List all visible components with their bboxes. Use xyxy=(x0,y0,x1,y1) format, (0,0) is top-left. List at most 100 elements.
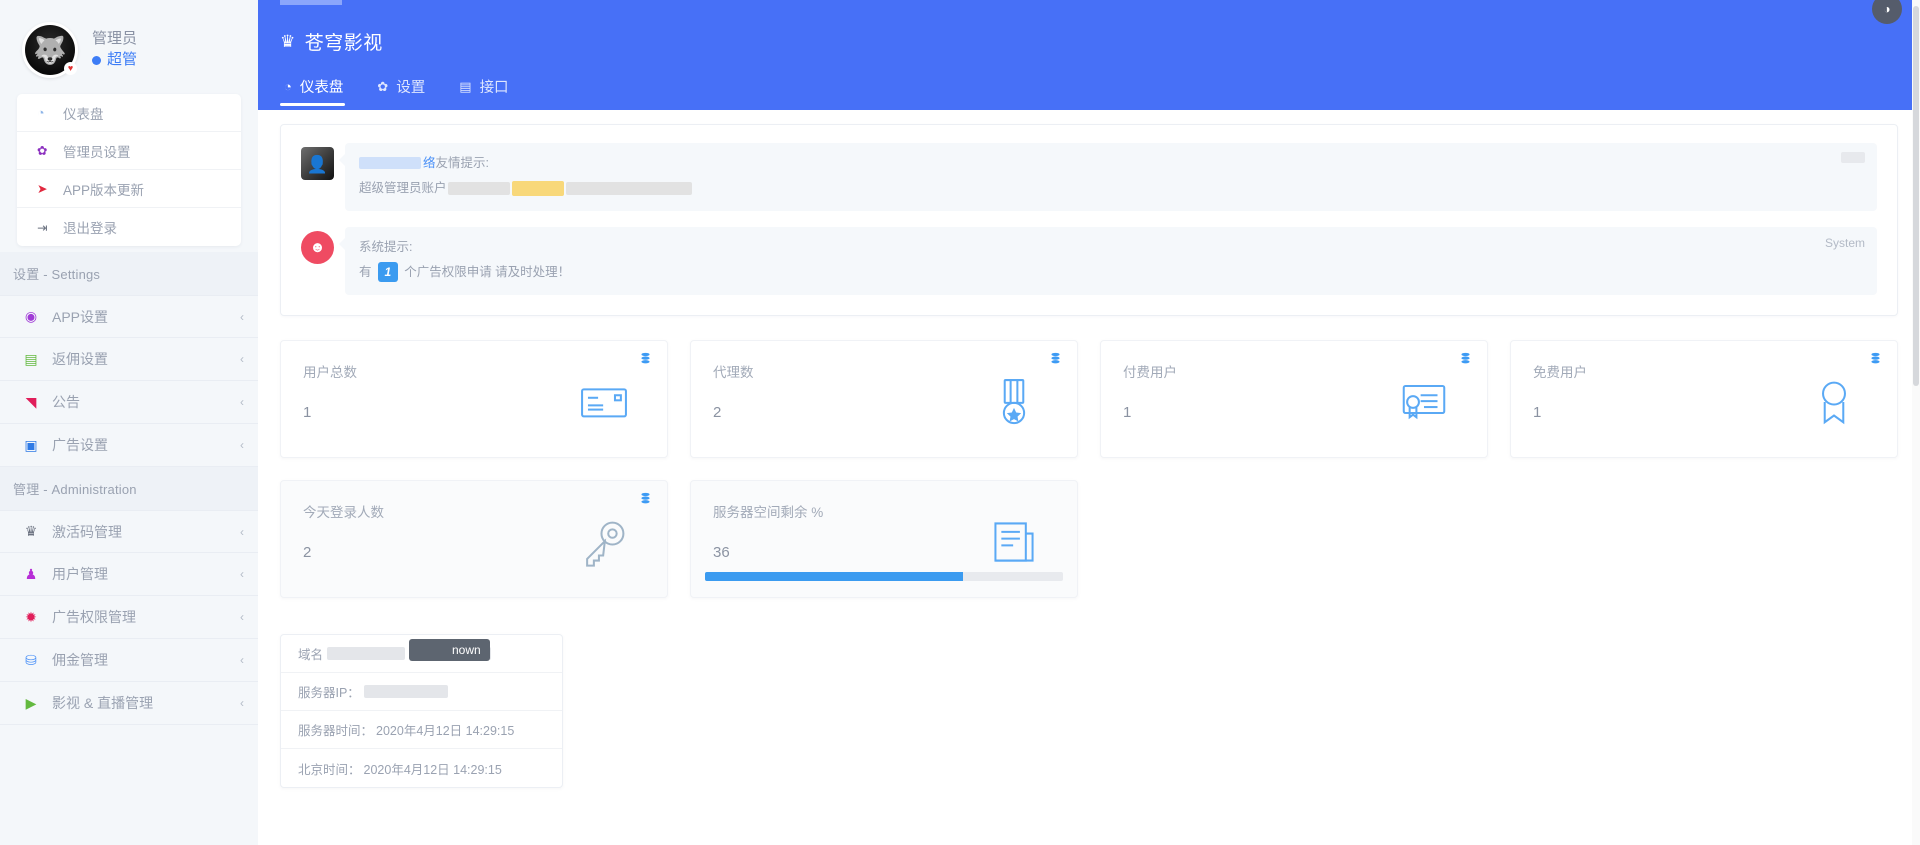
sidebar-section-title-settings: 设置 - Settings xyxy=(0,252,258,295)
notice-sub-before: 有 xyxy=(359,265,372,279)
gears-icon: ✿ xyxy=(37,144,48,158)
chevron-left-icon[interactable]: ‹ xyxy=(240,525,244,539)
user-photo-icon: 👤 xyxy=(301,147,334,180)
sidebar-item-label: 广告权限管理 xyxy=(52,609,136,625)
tab-label: 设置 xyxy=(396,80,426,96)
book-icon: ▤ xyxy=(459,78,472,94)
sidebar-item-announcement[interactable]: ◥ 公告 ‹ xyxy=(0,381,258,424)
sidebar-item-label: 激活码管理 xyxy=(52,523,122,540)
card-icon: ▤ xyxy=(24,350,38,367)
chevron-left-icon[interactable]: ‹ xyxy=(240,610,244,624)
sidebar-item-user-management[interactable]: ♟ 用户管理 ‹ xyxy=(0,553,258,596)
sidebar-item-rebate-settings[interactable]: ▤ 返佣设置 ‹ xyxy=(0,338,258,381)
notice-right-meta xyxy=(1841,152,1865,166)
dashboard-page: 🐺 ♥ 管理员 超管 ◔ 仪表盘 ✿ 管理员设置 ➤ APP版本更新 ⇥ 退出登… xyxy=(0,0,1920,845)
sidebar-item-ad-settings[interactable]: ▣ 广告设置 ‹ xyxy=(0,424,258,467)
stat-card-today-logins[interactable]: 今天登录人数 2 xyxy=(280,480,668,598)
sidebar-item-commission[interactable]: ⛁ 佣金管理 ‹ xyxy=(0,639,258,682)
server-info-key: 服务器IP： xyxy=(298,686,360,700)
content-scroll-area: 👤 络 友情提示: 超级管理员账户 ☻ 系统提示: 有 1 个广告权限申请 请及… xyxy=(258,110,1920,845)
stat-card-free-users[interactable]: 免费用户 1 xyxy=(1510,340,1898,458)
sidebar-item-label: 影视 & 直播管理 xyxy=(52,695,154,711)
pending-count-badge[interactable]: 1 xyxy=(377,262,399,282)
sidebar-item-activation-code[interactable]: ♛ 激活码管理 ‹ xyxy=(0,510,258,553)
tab-dashboard[interactable]: ◔ 仪表盘 xyxy=(280,76,359,106)
scrollbar-thumb[interactable] xyxy=(1913,6,1919,386)
sidebar-item-label: 返佣设置 xyxy=(52,351,108,367)
sidebar-header: 🐺 ♥ 管理员 超管 ◔ 仪表盘 ✿ 管理员设置 ➤ APP版本更新 ⇥ 退出登… xyxy=(0,0,258,252)
tab-settings[interactable]: ✿ 设置 xyxy=(373,76,441,106)
quick-item-logout[interactable]: ⇥ 退出登录 xyxy=(17,208,241,246)
server-space-progress xyxy=(705,572,1063,581)
sidebar: 🐺 ♥ 管理员 超管 ◔ 仪表盘 ✿ 管理员设置 ➤ APP版本更新 ⇥ 退出登… xyxy=(0,0,258,845)
chevron-left-icon[interactable]: ‹ xyxy=(240,653,244,667)
stat-card-total-users[interactable]: 用户总数 1 xyxy=(280,340,668,458)
server-info-value: 2020年4月12日 14:29:15 xyxy=(363,762,502,777)
status-dot-icon xyxy=(92,55,101,65)
redacted-name xyxy=(359,157,421,169)
notice-body: 络 友情提示: 超级管理员账户 xyxy=(339,143,1877,211)
quick-item-label: 退出登录 xyxy=(63,221,117,236)
server-info-row-server-time: 服务器时间： 2020年4月12日 14:29:15 xyxy=(281,711,562,749)
profile-role-label: 超管 xyxy=(107,51,138,68)
chevron-left-icon[interactable]: ‹ xyxy=(240,310,244,324)
server-info-panel: 域名 nown 服务器IP： 服务器时间： 2020年4月12日 14:29:1… xyxy=(280,634,563,788)
page-title: ♛ 苍穹影视 xyxy=(280,0,1920,55)
tooltip-text: nown xyxy=(452,643,481,657)
notice-title-label: 系统提示: xyxy=(359,240,413,254)
stat-card-agents[interactable]: 代理数 2 xyxy=(690,340,1078,458)
quick-item-label: APP版本更新 xyxy=(63,182,145,198)
profile-block: 🐺 ♥ 管理员 超管 xyxy=(0,18,258,78)
sidebar-item-label: 佣金管理 xyxy=(52,652,108,668)
layers-icon xyxy=(639,352,652,367)
avatar[interactable]: 🐺 ♥ xyxy=(22,22,78,78)
dashboard-icon: ◔ xyxy=(37,105,45,120)
sidebar-item-media-live[interactable]: ▶ 影视 & 直播管理 ‹ xyxy=(0,682,258,725)
medal-icon: ♛ xyxy=(280,31,296,51)
alert-face-icon: ☻ xyxy=(301,231,334,264)
layers-icon xyxy=(1459,352,1472,367)
tab-api[interactable]: ▤ 接口 xyxy=(455,76,524,106)
notice-subtitle: 有 1 个广告权限申请 请及时处理！ xyxy=(359,261,1863,283)
brand-label: 苍穹影视 xyxy=(304,33,383,54)
stat-card-paid-users[interactable]: 付费用户 1 xyxy=(1100,340,1488,458)
quick-item-app-update[interactable]: ➤ APP版本更新 xyxy=(17,170,241,208)
play-box-icon: ▶ xyxy=(25,694,37,711)
chevron-left-icon[interactable]: ‹ xyxy=(240,438,244,452)
sidebar-item-ad-permission[interactable]: ✹ 广告权限管理 ‹ xyxy=(0,596,258,639)
profile-text: 管理员 超管 xyxy=(92,29,137,71)
notice-subtitle: 超级管理员账户 xyxy=(359,177,1863,199)
page-scrollbar[interactable] xyxy=(1912,0,1920,845)
progress-bar-fill xyxy=(705,572,963,581)
quick-item-admin-settings[interactable]: ✿ 管理员设置 xyxy=(17,132,241,170)
chevron-left-icon[interactable]: ‹ xyxy=(240,352,244,366)
id-card-icon xyxy=(577,375,631,429)
chevron-left-icon[interactable]: ‹ xyxy=(240,696,244,710)
redacted-right-label xyxy=(1841,152,1865,163)
notice-link[interactable]: 络 xyxy=(423,153,436,173)
sidebar-item-app-settings[interactable]: ◉ APP设置 ‹ xyxy=(0,295,258,338)
redacted-ip-value xyxy=(363,685,448,698)
quick-item-label: 仪表盘 xyxy=(63,106,104,122)
main-area: ♛ 苍穹影视 ◔ 仪表盘 ✿ 设置 ▤ 接口 ◑ 👤 络 友情提示: 超级管理员… xyxy=(258,0,1920,845)
quick-item-dashboard[interactable]: ◔ 仪表盘 xyxy=(17,94,241,132)
chevron-left-icon[interactable]: ‹ xyxy=(240,567,244,581)
server-info-key: 域名 xyxy=(298,648,324,662)
topbar-accent-stripe xyxy=(280,0,342,5)
certificate-icon xyxy=(1397,375,1451,429)
layers-icon xyxy=(1869,352,1882,367)
paper-plane-icon: ➤ xyxy=(37,182,48,196)
redacted-value-2 xyxy=(565,181,692,195)
notice-title: 络 友情提示: xyxy=(359,153,1863,173)
notice-title: 系统提示: xyxy=(359,237,1863,257)
stat-card-server-space[interactable]: 服务器空间剩余 % 36 xyxy=(690,480,1078,598)
badge-a-icon: ✹ xyxy=(25,608,37,625)
chevron-left-icon[interactable]: ‹ xyxy=(240,395,244,409)
logout-icon: ⇥ xyxy=(37,220,48,235)
gear-icon: ✿ xyxy=(377,78,389,94)
highlight-redacted-value xyxy=(511,180,564,196)
notice-sub-label: 超级管理员账户 xyxy=(359,181,447,195)
invoice-icon xyxy=(987,515,1041,569)
trophy-icon: ♛ xyxy=(24,523,38,539)
notice-row-system: ☻ 系统提示: 有 1 个广告权限申请 请及时处理！ System xyxy=(301,227,1877,295)
